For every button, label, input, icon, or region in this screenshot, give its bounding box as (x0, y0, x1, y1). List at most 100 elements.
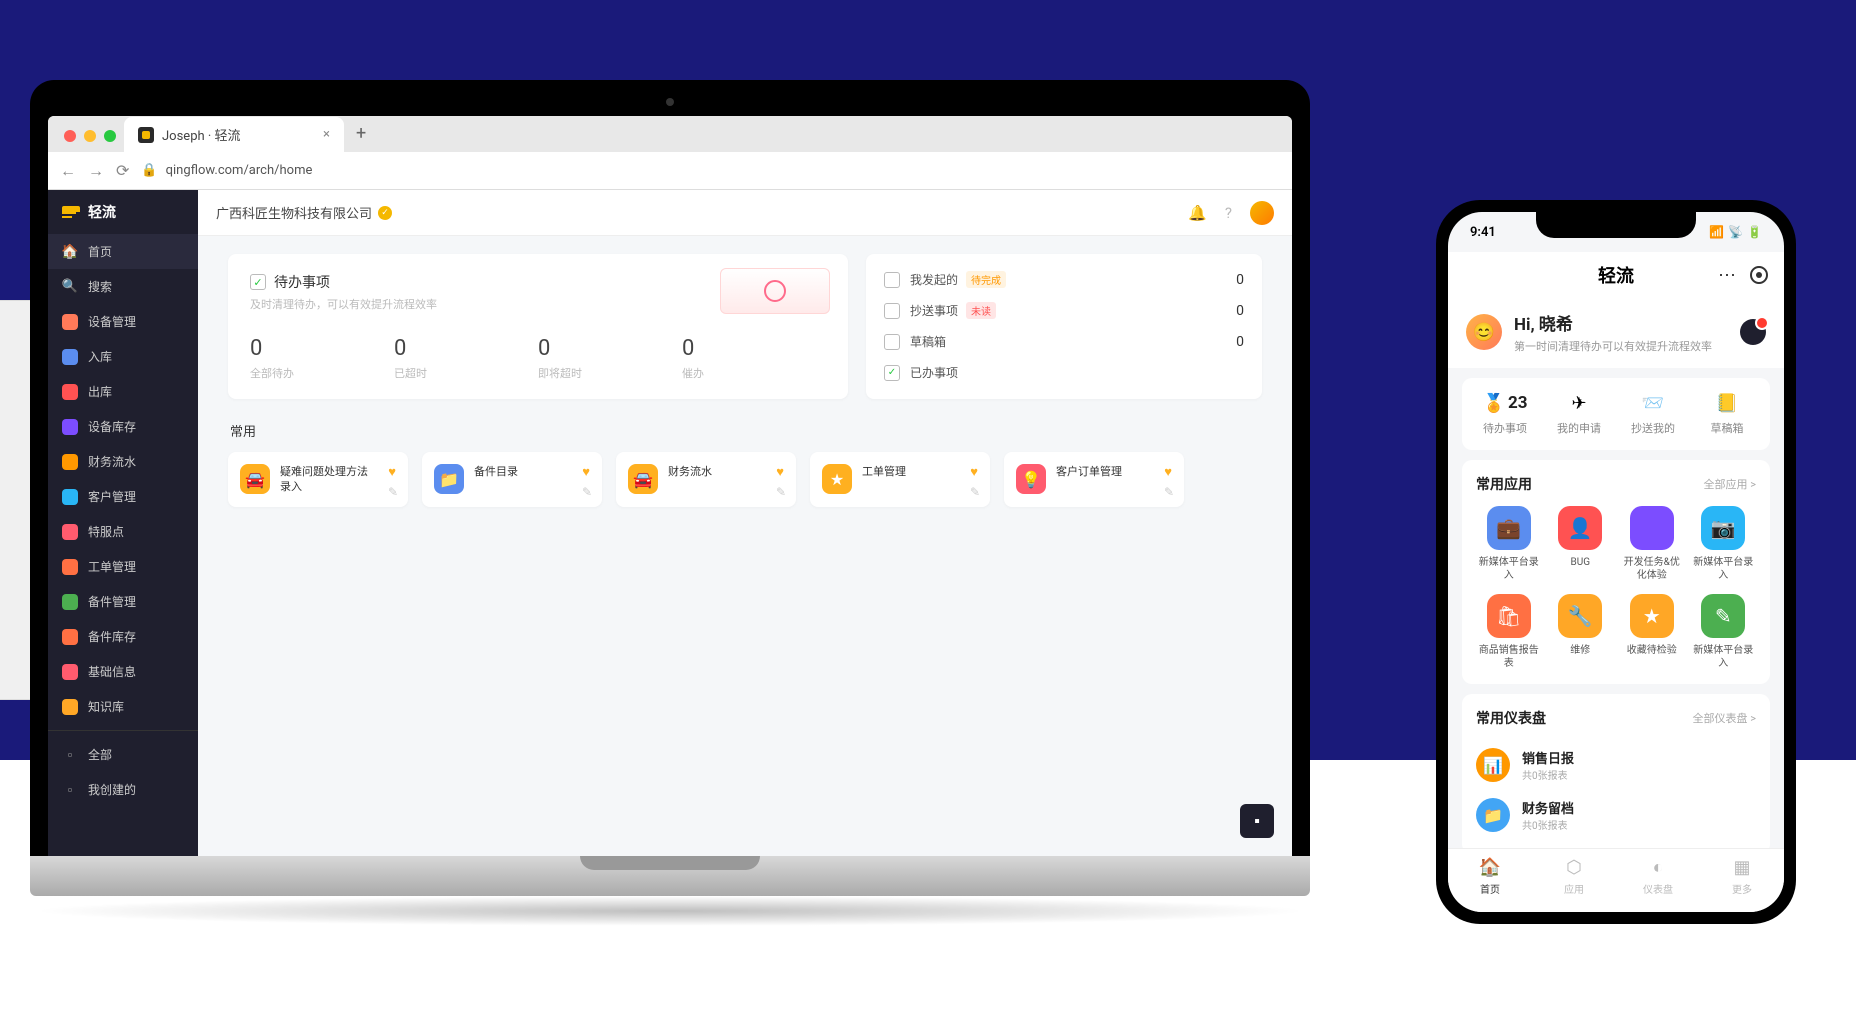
mobile-app-item[interactable]: ★收藏待检验 (1619, 594, 1685, 670)
sidebar-item-box[interactable]: 设备管理 (48, 304, 198, 339)
checkbox-icon (884, 303, 900, 319)
url-bar[interactable]: 🔒 qingflow.com/arch/home (141, 163, 1280, 178)
all-dash-link[interactable]: 全部仪表盘 > (1693, 710, 1756, 726)
app-card[interactable]: ★工单管理♥✎ (810, 452, 990, 507)
status-row[interactable]: 抄送事项未读0 (884, 295, 1244, 326)
phone-tab-0[interactable]: 🏠首页 (1448, 857, 1532, 896)
forward-button[interactable]: → (88, 161, 104, 181)
status-row[interactable]: 草稿箱0 (884, 326, 1244, 357)
star-icon[interactable]: ♥ (582, 464, 590, 480)
sidebar-item-kb[interactable]: 知识库 (48, 689, 198, 724)
todo-illustration (720, 268, 830, 314)
app-card[interactable]: 💡客户订单管理♥✎ (1004, 452, 1184, 507)
window-minimize-icon[interactable] (84, 130, 96, 142)
dashboard-item[interactable]: 📁财务留档共0张报表 (1476, 790, 1756, 840)
sidebar-item-ticket[interactable]: 工单管理 (48, 549, 198, 584)
phone-header: 轻流 ⋯ (1448, 252, 1784, 300)
status-row[interactable]: 我发起的待完成0 (884, 264, 1244, 295)
new-tab-button[interactable]: + (344, 116, 378, 152)
dashboard-item[interactable]: 📊销售日报共0张报表 (1476, 740, 1756, 790)
edit-icon[interactable]: ✎ (970, 485, 980, 499)
bell-icon[interactable]: 🔔 (1188, 204, 1207, 222)
avatar[interactable] (1250, 201, 1274, 225)
url-text: qingflow.com/arch/home (166, 163, 313, 178)
mobile-app-item[interactable]: 📷新媒体平台录入 (1691, 506, 1757, 582)
star-icon[interactable]: ♥ (970, 464, 978, 480)
edit-icon[interactable]: ✎ (776, 485, 786, 499)
todo-stat[interactable]: 0催办 (682, 336, 826, 381)
phone-time: 9:41 (1470, 225, 1496, 240)
sidebar-item-stock[interactable]: 设备库存 (48, 409, 198, 444)
tab-close-icon[interactable]: × (323, 127, 330, 142)
mobile-app-icon: ★ (1630, 594, 1674, 638)
app-card[interactable]: 🚘疑难问题处理方法录入♥✎ (228, 452, 408, 507)
phone-tab-3[interactable]: ▦更多 (1700, 857, 1784, 896)
reload-button[interactable]: ⟳ (116, 161, 129, 180)
app-card-name: 工单管理 (862, 464, 960, 479)
dashboard-subtitle: 共0张报表 (1522, 767, 1574, 782)
sidebar-item-out[interactable]: 出库 (48, 374, 198, 409)
sidebar-item-home[interactable]: 🏠首页 (48, 234, 198, 269)
status-label: 草稿箱 (910, 333, 946, 350)
edit-icon[interactable]: ✎ (388, 485, 398, 499)
edit-icon[interactable]: ✎ (582, 485, 592, 499)
phone-tab-2[interactable]: ◐仪表盘 (1616, 857, 1700, 896)
quick-stat-item[interactable]: 📨抄送我的 (1616, 392, 1690, 436)
sidebar-item-parts[interactable]: 备件管理 (48, 584, 198, 619)
user-avatar[interactable]: 😊 (1466, 314, 1502, 350)
more-icon[interactable]: ⋯ (1718, 265, 1736, 286)
common-apps-section: 常用应用 全部应用 > 💼新媒体平台录入👤BUG开发任务&优化体验📷新媒体平台录… (1462, 460, 1770, 684)
mobile-app-item[interactable]: 👤BUG (1548, 506, 1614, 582)
todo-stat[interactable]: 0即将超时 (538, 336, 682, 381)
mobile-app-label: 新媒体平台录入 (1691, 644, 1757, 670)
common-section-title: 常用 (230, 421, 1262, 440)
quick-label: 抄送我的 (1616, 420, 1690, 436)
status-row[interactable]: 已办事项 (884, 357, 1244, 388)
star-icon[interactable]: ♥ (776, 464, 784, 480)
notification-icon[interactable] (1740, 319, 1766, 345)
star-icon[interactable]: ♥ (388, 464, 396, 480)
apps-section-title: 常用应用 (1476, 474, 1532, 494)
logo[interactable]: 轻流 (48, 190, 198, 234)
target-icon[interactable] (1750, 266, 1768, 284)
all-apps-link[interactable]: 全部应用 > (1704, 476, 1756, 492)
quick-stat-item[interactable]: 📒草稿箱 (1690, 392, 1764, 436)
mobile-app-icon: ✎ (1701, 594, 1745, 638)
todo-stat[interactable]: 0已超时 (394, 336, 538, 381)
window-close-icon[interactable] (64, 130, 76, 142)
mobile-app-item[interactable]: ✎ 新媒体平台录入 (1691, 594, 1757, 670)
phone-tab-1[interactable]: ⬡应用 (1532, 857, 1616, 896)
sidebar-item-pstock[interactable]: 备件库存 (48, 619, 198, 654)
dash-section-title: 常用仪表盘 (1476, 708, 1546, 728)
sidebar-item-search[interactable]: 🔍搜索 (48, 269, 198, 304)
tab-icon: ▦ (1700, 857, 1784, 878)
sidebar-item-base[interactable]: 基础信息 (48, 654, 198, 689)
app-card[interactable]: 🚘财务流水♥✎ (616, 452, 796, 507)
mobile-app-item[interactable]: 🔧维修 (1548, 594, 1614, 670)
window-maximize-icon[interactable] (104, 130, 116, 142)
parts-icon (62, 594, 78, 610)
sidebar-item-loc[interactable]: 特服点 (48, 514, 198, 549)
quick-label: 待办事项 (1468, 420, 1542, 436)
sidebar-item-money[interactable]: 财务流水 (48, 444, 198, 479)
mobile-app-item[interactable]: 开发任务&优化体验 (1619, 506, 1685, 582)
browser-tab[interactable]: Joseph · 轻流 × (124, 117, 344, 152)
quick-stat-item[interactable]: ✈我的申请 (1542, 392, 1616, 436)
help-icon[interactable]: ? (1225, 204, 1232, 222)
mobile-app-item[interactable]: 🛍商品销售报告表 (1476, 594, 1542, 670)
edit-icon[interactable]: ✎ (1164, 485, 1174, 499)
folder-icon: ▫ (62, 782, 78, 798)
sidebar-footer-item[interactable]: ▫全部 (48, 737, 198, 772)
mobile-app-label: 开发任务&优化体验 (1619, 556, 1685, 582)
back-button[interactable]: ← (60, 161, 76, 181)
todo-stat[interactable]: 0全部待办 (250, 336, 394, 381)
sidebar-item-in[interactable]: 入库 (48, 339, 198, 374)
sidebar-item-cust[interactable]: 客户管理 (48, 479, 198, 514)
quick-stats: 🏅23待办事项✈我的申请📨抄送我的📒草稿箱 (1462, 378, 1770, 450)
mobile-app-item[interactable]: 💼新媒体平台录入 (1476, 506, 1542, 582)
sidebar-footer-item[interactable]: ▫我创建的 (48, 772, 198, 807)
star-icon[interactable]: ♥ (1164, 464, 1172, 480)
float-action-button[interactable]: ▪ (1240, 804, 1274, 838)
app-card[interactable]: 📁备件目录♥✎ (422, 452, 602, 507)
quick-stat-item[interactable]: 🏅23待办事项 (1468, 392, 1542, 436)
